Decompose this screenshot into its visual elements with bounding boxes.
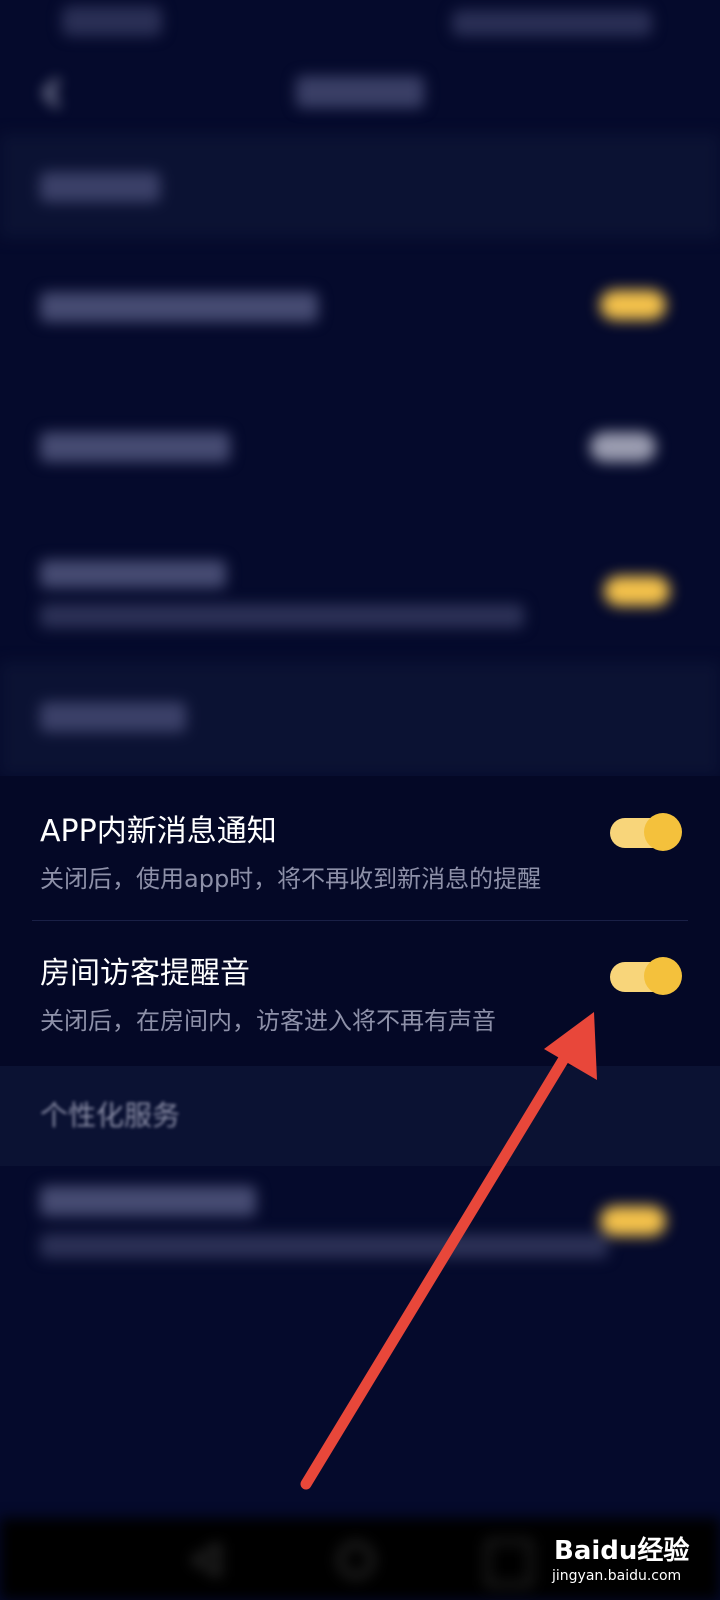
- baidu-watermark: Baidu经验 jingyan.baidu.com: [548, 1522, 718, 1598]
- setting-title: 房间访客提醒音: [40, 956, 250, 991]
- section-title-placeholder: [40, 702, 186, 732]
- row-title-placeholder: [40, 1186, 256, 1216]
- setting-subtitle: 关闭后，在房间内，访客进入将不再有声音: [40, 1007, 496, 1035]
- square-recent-icon[interactable]: [486, 1540, 532, 1586]
- row-title-placeholder: [40, 432, 230, 462]
- circle-home-icon[interactable]: [336, 1540, 376, 1580]
- setting-title: APP内新消息通知: [40, 814, 277, 849]
- triangle-back-icon[interactable]: [186, 1540, 226, 1580]
- status-time: [62, 6, 162, 36]
- toggle-placeholder[interactable]: [590, 432, 656, 462]
- section-header-app: [0, 662, 720, 776]
- watermark-url: jingyan.baidu.com: [552, 1568, 682, 1584]
- setting-row-visitor-sound[interactable]: 房间访客提醒音 关闭后，在房间内，访客进入将不再有声音: [0, 920, 720, 1064]
- row-subtitle-placeholder: [40, 604, 524, 628]
- toggle-knob: [644, 813, 682, 851]
- status-icons: [452, 10, 652, 36]
- app-header: [0, 48, 720, 134]
- section-title-placeholder: [40, 172, 160, 202]
- watermark-brand: Baidu经验: [554, 1536, 690, 1566]
- setting-row-in-app-notification[interactable]: APP内新消息通知 关闭后，使用app时，将不再收到新消息的提醒: [0, 776, 720, 921]
- status-bar: [0, 0, 720, 48]
- setting-subtitle: 关闭后，使用app时，将不再收到新消息的提醒: [40, 865, 542, 893]
- in-app-notification-toggle[interactable]: [610, 813, 682, 853]
- section-title-personalized: 个性化服务: [40, 1099, 181, 1132]
- page-title: [296, 76, 424, 108]
- settings-screen: APP内新消息通知 关闭后，使用app时，将不再收到新消息的提醒 房间访客提醒音…: [0, 0, 720, 1600]
- toggle-placeholder[interactable]: [600, 290, 666, 320]
- row-title-placeholder: [40, 292, 318, 322]
- toggle-knob: [644, 957, 682, 995]
- section-header-system: [0, 134, 720, 238]
- toggle-placeholder[interactable]: [600, 1206, 666, 1236]
- toggle-placeholder[interactable]: [604, 576, 670, 606]
- notification-settings-card: APP内新消息通知 关闭后，使用app时，将不再收到新消息的提醒 房间访客提醒音…: [0, 776, 720, 1066]
- row-title-placeholder: [40, 560, 226, 588]
- chevron-left-icon[interactable]: [42, 78, 62, 108]
- row-subtitle-placeholder: [40, 1234, 608, 1258]
- visitor-sound-toggle[interactable]: [610, 957, 682, 997]
